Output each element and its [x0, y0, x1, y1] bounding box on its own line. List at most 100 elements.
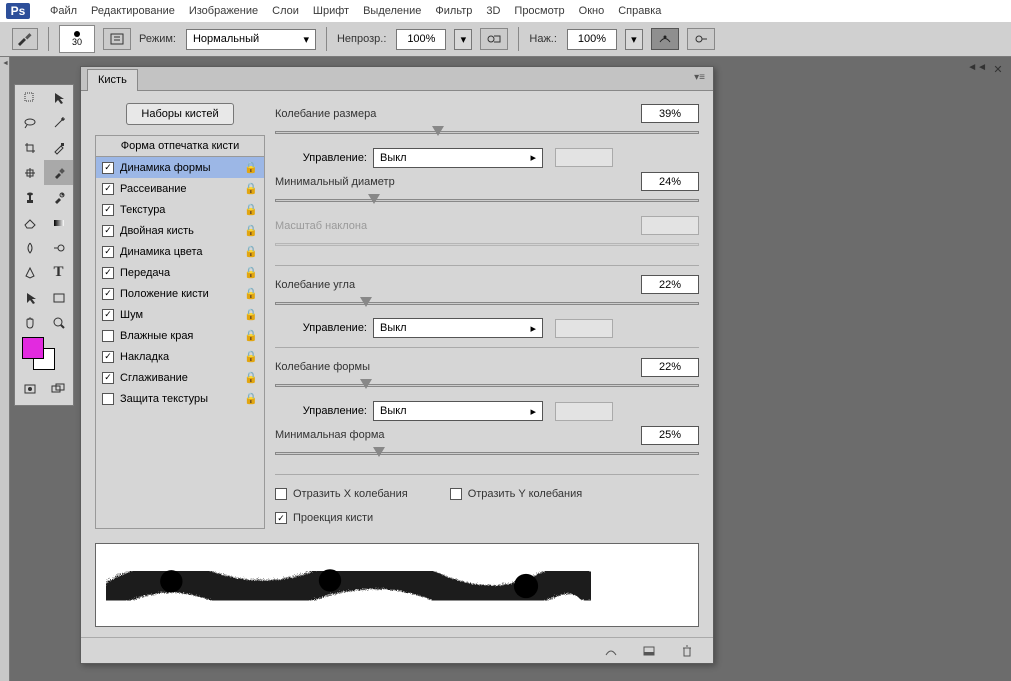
brush-tip-header[interactable]: Форма отпечатка кисти	[95, 135, 265, 157]
roundness-jitter-slider[interactable]	[275, 380, 699, 394]
menu-layers[interactable]: Слои	[272, 5, 299, 17]
attr-buildup[interactable]: Накладка🔒	[96, 346, 264, 367]
blend-mode-select[interactable]: Нормальный▾	[186, 29, 316, 50]
flow-input[interactable]: 100%	[567, 29, 617, 50]
attr-shape-dynamics[interactable]: Динамика формы🔒	[96, 157, 264, 178]
attr-smoothing[interactable]: Сглаживание🔒	[96, 367, 264, 388]
lock-icon[interactable]: 🔒	[244, 308, 258, 321]
flow-dropdown[interactable]: ▾	[625, 29, 643, 50]
min-diameter-input[interactable]: 24%	[641, 172, 699, 191]
control1-select[interactable]: Выкл▸	[373, 148, 543, 168]
lock-icon[interactable]: 🔒	[244, 329, 258, 342]
menu-image[interactable]: Изображение	[189, 5, 258, 17]
history-brush-tool[interactable]	[44, 185, 73, 210]
menu-select[interactable]: Выделение	[363, 5, 421, 17]
checkbox-checked-icon[interactable]	[102, 309, 114, 321]
checkbox-icon[interactable]	[102, 330, 114, 342]
control2-select[interactable]: Выкл▸	[373, 318, 543, 338]
type-tool[interactable]: T	[44, 260, 73, 285]
move-tool[interactable]	[15, 85, 44, 110]
checkbox-checked-icon[interactable]	[102, 225, 114, 237]
attr-color-dynamics[interactable]: Динамика цвета🔒	[96, 241, 264, 262]
attr-texture[interactable]: Текстура🔒	[96, 199, 264, 220]
panel-tab-brush[interactable]: Кисть	[87, 69, 138, 91]
trash-icon[interactable]	[679, 643, 695, 659]
checkbox-checked-icon[interactable]	[102, 183, 114, 195]
path-select-tool[interactable]	[15, 285, 44, 310]
checkbox-checked-icon[interactable]	[102, 246, 114, 258]
lock-icon[interactable]: 🔒	[244, 392, 258, 405]
toggle-brush-panel-button[interactable]	[103, 28, 131, 50]
hand-tool[interactable]	[15, 310, 44, 335]
wand-tool[interactable]	[44, 110, 73, 135]
size-jitter-input[interactable]: 39%	[641, 104, 699, 123]
lock-icon[interactable]: 🔒	[244, 371, 258, 384]
tool-preset-picker[interactable]	[12, 28, 38, 50]
foreground-color[interactable]	[22, 337, 44, 359]
eraser-tool[interactable]	[15, 210, 44, 235]
pen-tool[interactable]	[15, 260, 44, 285]
menu-view[interactable]: Просмотр	[514, 5, 564, 17]
checkbox-checked-icon[interactable]	[102, 372, 114, 384]
brush-tool[interactable]	[44, 160, 73, 185]
eyedropper-tool[interactable]	[44, 135, 73, 160]
lock-icon[interactable]: 🔒	[244, 350, 258, 363]
panel-collapse-icon[interactable]: ◄◄	[967, 62, 987, 73]
flipx-checkbox[interactable]	[275, 488, 287, 500]
menu-file[interactable]: Файл	[50, 5, 77, 17]
brush-presets-button[interactable]: Наборы кистей	[126, 103, 233, 125]
screen-mode-button[interactable]	[44, 377, 73, 401]
attr-brush-pose[interactable]: Положение кисти🔒	[96, 283, 264, 304]
left-dock-strip[interactable]	[0, 57, 10, 681]
menu-3d[interactable]: 3D	[486, 5, 500, 17]
attr-wet-edges[interactable]: Влажные края🔒	[96, 325, 264, 346]
angle-jitter-input[interactable]: 22%	[641, 275, 699, 294]
dodge-tool[interactable]	[44, 235, 73, 260]
crop-tool[interactable]	[15, 135, 44, 160]
zoom-tool[interactable]	[44, 310, 73, 335]
attr-scattering[interactable]: Рассеивание🔒	[96, 178, 264, 199]
checkbox-checked-icon[interactable]	[102, 288, 114, 300]
brush-size-picker[interactable]: 30	[59, 25, 95, 53]
checkbox-checked-icon[interactable]	[102, 162, 114, 174]
lock-icon[interactable]: 🔒	[244, 266, 258, 279]
opacity-dropdown[interactable]: ▾	[454, 29, 472, 50]
lock-icon[interactable]: 🔒	[244, 245, 258, 258]
angle-jitter-slider[interactable]	[275, 298, 699, 312]
blur-tool[interactable]	[15, 235, 44, 260]
brush-projection-checkbox[interactable]	[275, 512, 287, 524]
checkbox-checked-icon[interactable]	[102, 351, 114, 363]
toggle-preview-icon[interactable]	[603, 643, 619, 659]
min-diameter-slider[interactable]	[275, 195, 699, 209]
standard-mode-button[interactable]	[15, 377, 44, 401]
panel-menu-icon[interactable]: ▾≡	[694, 72, 705, 83]
checkbox-icon[interactable]	[102, 393, 114, 405]
menu-type[interactable]: Шрифт	[313, 5, 349, 17]
lock-icon[interactable]: 🔒	[244, 182, 258, 195]
roundness-jitter-input[interactable]: 22%	[641, 358, 699, 377]
new-brush-icon[interactable]	[641, 643, 657, 659]
gradient-tool[interactable]	[44, 210, 73, 235]
min-roundness-slider[interactable]	[275, 448, 699, 462]
flipy-checkbox[interactable]	[450, 488, 462, 500]
attr-noise[interactable]: Шум🔒	[96, 304, 264, 325]
stamp-tool[interactable]	[15, 185, 44, 210]
lock-icon[interactable]: 🔒	[244, 224, 258, 237]
checkbox-checked-icon[interactable]	[102, 204, 114, 216]
pressure-size-button[interactable]	[687, 28, 715, 50]
size-jitter-slider[interactable]	[275, 127, 699, 141]
menu-edit[interactable]: Редактирование	[91, 5, 175, 17]
menu-filter[interactable]: Фильтр	[435, 5, 472, 17]
control3-select[interactable]: Выкл▸	[373, 401, 543, 421]
attr-transfer[interactable]: Передача🔒	[96, 262, 264, 283]
checkbox-checked-icon[interactable]	[102, 267, 114, 279]
opacity-input[interactable]: 100%	[396, 29, 446, 50]
pressure-opacity-button[interactable]	[480, 28, 508, 50]
lock-icon[interactable]: 🔒	[244, 203, 258, 216]
min-roundness-input[interactable]: 25%	[641, 426, 699, 445]
healing-tool[interactable]	[15, 160, 44, 185]
panel-close-button[interactable]: ✕	[991, 62, 1005, 76]
attr-dual-brush[interactable]: Двойная кисть🔒	[96, 220, 264, 241]
shape-tool[interactable]	[44, 285, 73, 310]
menu-window[interactable]: Окно	[579, 5, 605, 17]
